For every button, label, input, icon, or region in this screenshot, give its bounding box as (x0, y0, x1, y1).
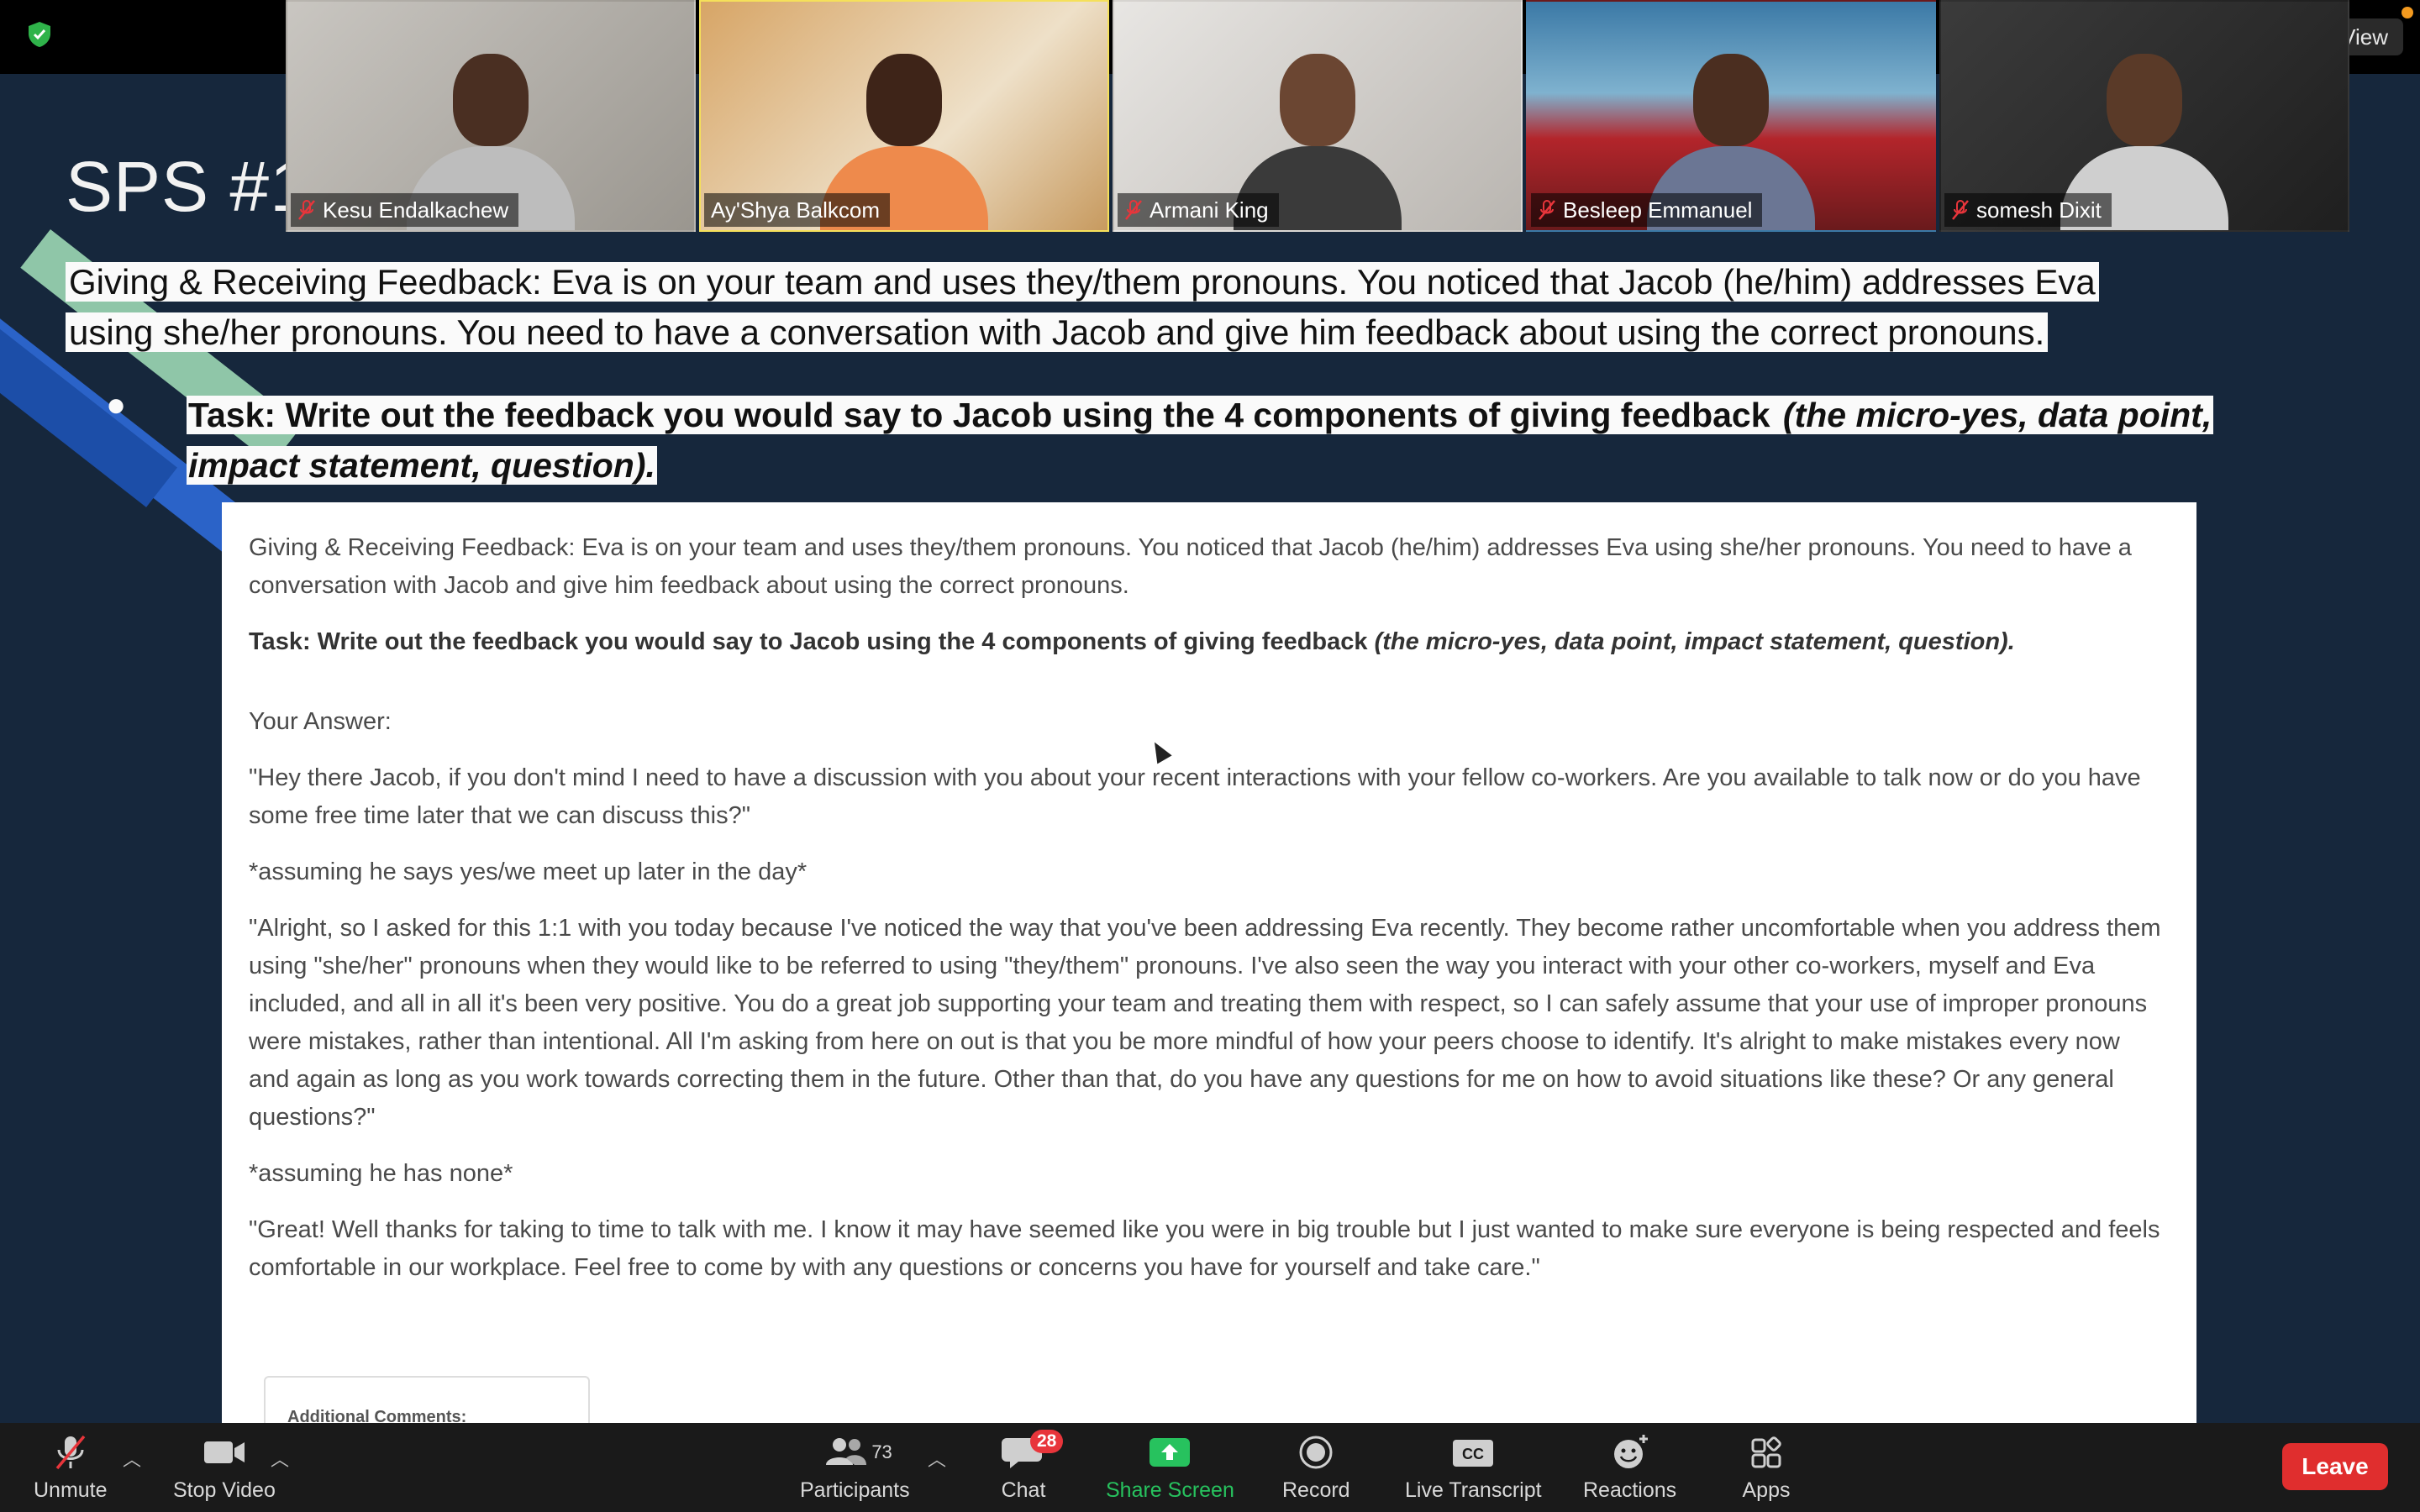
answer-document: Giving & Receiving Feedback: Eva is on y… (222, 502, 2196, 1423)
participants-count: 73 (871, 1441, 892, 1462)
shared-screen: SPS #1 Giving & Receiving Feedback: Eva … (0, 74, 2420, 1423)
participant-tile[interactable]: somesh Dixit (1939, 0, 2349, 232)
apps-button[interactable]: Apps (1741, 1433, 1791, 1507)
live-transcript-button[interactable]: CC Live Transcript (1405, 1433, 1542, 1507)
participants-options-chevron-icon[interactable]: ︿ (928, 1445, 946, 1472)
participants-label: Participants (800, 1478, 910, 1502)
reactions-button[interactable]: Reactions (1583, 1433, 1676, 1507)
participant-name: Armani King (1150, 197, 1269, 223)
participant-nameplate: Kesu Endalkachew (291, 193, 519, 227)
video-options-chevron-icon[interactable]: ︿ (271, 1445, 289, 1472)
answer-paragraph: "Alright, so I asked for this 1:1 with y… (249, 915, 2161, 1131)
slide-title: SPS #1 (66, 147, 310, 226)
participant-name: Ay'Shya Balkcom (711, 197, 881, 223)
bullet: ● (106, 386, 127, 423)
reactions-label: Reactions (1583, 1478, 1677, 1502)
unmute-label: Unmute (34, 1478, 108, 1502)
answer-label: Your Answer: (249, 708, 392, 735)
share-screen-label: Share Screen (1106, 1478, 1234, 1502)
stop-video-button[interactable]: Stop Video (173, 1433, 276, 1507)
additional-comments-box: Additional Comments: (264, 1376, 590, 1423)
shield-icon[interactable] (25, 20, 54, 49)
record-icon (1299, 1436, 1333, 1469)
participant-tile[interactable]: Kesu Endalkachew (286, 0, 696, 232)
video-camera-icon (203, 1441, 245, 1463)
answer-paragraph: *assuming he says yes/we meet up later i… (249, 858, 808, 885)
slide-task: Task: Write out the feedback you would s… (187, 396, 2214, 485)
participants-icon (826, 1438, 867, 1465)
record-label: Record (1282, 1478, 1350, 1502)
notification-dot (2402, 7, 2413, 18)
doc-task: Task: Write out the feedback you would s… (249, 628, 2015, 655)
participant-nameplate: somesh Dixit (1944, 193, 2112, 227)
participant-name: Besleep Emmanuel (1563, 197, 1753, 223)
unmute-button[interactable]: Unmute (34, 1433, 108, 1507)
apps-label: Apps (1742, 1478, 1791, 1502)
participant-tile-active-speaker[interactable]: Ay'Shya Balkcom (699, 0, 1109, 232)
muted-mic-icon (1539, 200, 1555, 220)
muted-mic-icon (1952, 200, 1969, 220)
audio-options-chevron-icon[interactable]: ︿ (123, 1445, 141, 1472)
comments-label: Additional Comments: (287, 1408, 467, 1423)
chat-label: Chat (1001, 1478, 1046, 1502)
participant-tile[interactable]: Armani King (1113, 0, 1523, 232)
reactions-smiley-icon (1613, 1435, 1648, 1468)
participant-nameplate: Ay'Shya Balkcom (704, 193, 891, 227)
participant-name: somesh Dixit (1976, 197, 2102, 223)
video-gallery: Kesu Endalkachew Ay'Shya Balkcom Armani … (286, 0, 2349, 232)
muted-mic-icon (55, 1435, 86, 1470)
svg-text:CC: CC (1462, 1446, 1484, 1462)
share-screen-icon (1150, 1438, 1191, 1467)
participants-button[interactable]: 73 Participants (800, 1433, 910, 1507)
muted-mic-icon (298, 200, 315, 220)
participant-nameplate: Besleep Emmanuel (1531, 193, 1763, 227)
meeting-toolbar: Unmute ︿ Stop Video ︿ 73 Participants ︿ … (0, 1423, 2420, 1512)
closed-caption-icon: CC (1453, 1440, 1494, 1467)
participant-name: Kesu Endalkachew (323, 197, 509, 223)
doc-scenario: Giving & Receiving Feedback: Eva is on y… (249, 534, 2132, 599)
stop-video-label: Stop Video (173, 1478, 276, 1502)
chat-button[interactable]: 28 Chat (998, 1430, 1064, 1507)
answer-paragraph: "Great! Well thanks for taking to time t… (249, 1216, 2160, 1281)
leave-button[interactable]: Leave (2282, 1443, 2388, 1490)
apps-icon (1751, 1436, 1781, 1468)
answer-paragraph: "Hey there Jacob, if you don't mind I ne… (249, 764, 2141, 829)
answer-paragraph: *assuming he has none* (249, 1160, 513, 1187)
slide-scenario: Giving & Receiving Feedback: Eva is on y… (66, 257, 2175, 358)
muted-mic-icon (1125, 200, 1142, 220)
record-button[interactable]: Record (1282, 1433, 1350, 1507)
share-screen-button[interactable]: Share Screen (1106, 1433, 1234, 1507)
participant-nameplate: Armani King (1118, 193, 1279, 227)
live-transcript-label: Live Transcript (1405, 1478, 1542, 1502)
participant-tile[interactable]: Besleep Emmanuel (1526, 0, 1936, 232)
chat-unread-badge: 28 (1030, 1430, 1064, 1453)
